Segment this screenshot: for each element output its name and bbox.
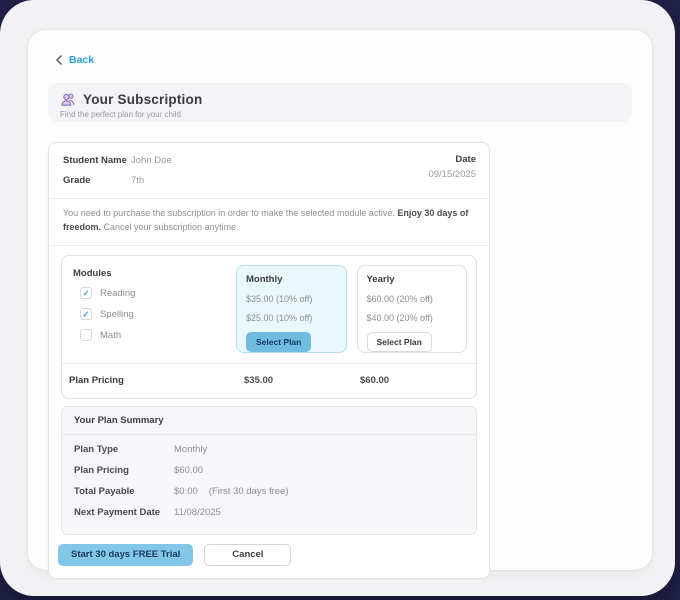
summary-value: $0.00: [174, 486, 198, 497]
plan-price-1: $35.00 (10% off): [246, 294, 337, 304]
back-link[interactable]: Back: [55, 53, 94, 67]
plan-pricing-row: Plan Pricing $35.00 $60.00: [62, 363, 476, 398]
student-name-value: John Doe: [131, 155, 172, 166]
page-subtitle: Find the perfect plan for your child: [60, 110, 618, 119]
module-label: Spelling: [100, 309, 134, 320]
plan-pricing-label: Plan Pricing: [69, 375, 244, 386]
plan-name: Yearly: [367, 274, 458, 285]
math-checkbox[interactable]: [80, 329, 92, 341]
monthly-price-value: $35.00: [244, 375, 360, 386]
divider: [49, 245, 489, 246]
plan-name: Monthly: [246, 274, 337, 285]
modules-column: Modules ✓ Reading ✓ Spelling Math: [69, 265, 236, 353]
summary-label: Next Payment Date: [74, 507, 174, 518]
summary-label: Total Payable: [74, 486, 174, 497]
purchase-notice: You need to purchase the subscription in…: [49, 199, 489, 245]
module-label: Math: [100, 330, 121, 341]
date-block: Date 09/15/2025: [428, 154, 476, 180]
page-title: Your Subscription: [83, 92, 202, 107]
grade-value: 7th: [131, 175, 144, 186]
summary-row-plan-pricing: Plan Pricing $60.00: [74, 460, 464, 481]
summary-label: Plan Pricing: [74, 465, 174, 476]
start-free-trial-button[interactable]: Start 30 days FREE Trial: [58, 544, 193, 566]
notice-text: You need to purchase the subscription in…: [63, 208, 397, 218]
summary-value: Monthly: [174, 444, 207, 455]
subscription-card: Student Name John Doe Grade 7th Date 09/…: [48, 142, 490, 579]
summary-row-total-payable: Total Payable $0.00 (First 30 days free): [74, 481, 464, 502]
plan-price-2: $25.00 (10% off): [246, 313, 337, 323]
action-buttons: Start 30 days FREE Trial Cancel: [58, 544, 480, 566]
chevron-left-icon: [55, 55, 63, 65]
plan-price-1: $60.00 (20% off): [367, 294, 458, 304]
plan-summary: Your Plan Summary Plan Type Monthly Plan…: [61, 406, 477, 535]
select-plan-monthly-button[interactable]: Select Plan: [246, 332, 311, 352]
plan-price-2: $40.00 (20% off): [367, 313, 458, 323]
summary-note: (First 30 days free): [209, 486, 289, 497]
student-info: Student Name John Doe Grade 7th Date 09/…: [49, 143, 489, 198]
module-item-reading[interactable]: ✓ Reading: [80, 287, 236, 300]
date-label: Date: [428, 154, 476, 165]
summary-label: Plan Type: [74, 444, 174, 455]
module-item-spelling[interactable]: ✓ Spelling: [80, 308, 236, 321]
summary-row-next-payment: Next Payment Date 11/08/2025: [74, 502, 464, 523]
module-label: Reading: [100, 288, 135, 299]
notice-line2: Cancel your subscription anytime.: [101, 222, 239, 232]
plans-table: Modules ✓ Reading ✓ Spelling Math: [61, 255, 477, 399]
cancel-button[interactable]: Cancel: [204, 544, 291, 566]
modules-header: Modules: [73, 268, 236, 279]
subscription-header: Your Subscription Find the perfect plan …: [48, 83, 632, 122]
back-label: Back: [69, 54, 94, 66]
people-icon: [60, 91, 77, 108]
student-name-label: Student Name: [63, 155, 131, 166]
summary-value: 11/08/2025: [174, 507, 221, 518]
grade-label: Grade: [63, 175, 131, 186]
main-panel: Back Your Subscription Find the perfect …: [28, 30, 652, 570]
reading-checkbox[interactable]: ✓: [80, 287, 92, 299]
yearly-price-value: $60.00: [360, 375, 476, 386]
plan-card-yearly: Yearly $60.00 (20% off) $40.00 (20% off)…: [357, 265, 468, 353]
summary-row-plan-type: Plan Type Monthly: [74, 439, 464, 460]
app-surface: Back Your Subscription Find the perfect …: [0, 0, 675, 596]
select-plan-yearly-button[interactable]: Select Plan: [367, 332, 432, 352]
plan-card-monthly: Monthly $35.00 (10% off) $25.00 (10% off…: [236, 265, 347, 353]
spelling-checkbox[interactable]: ✓: [80, 308, 92, 320]
plan-summary-title: Your Plan Summary: [62, 407, 476, 435]
summary-value: $60.00: [174, 465, 203, 476]
date-value: 09/15/2025: [428, 169, 476, 180]
module-item-math[interactable]: Math: [80, 329, 236, 342]
